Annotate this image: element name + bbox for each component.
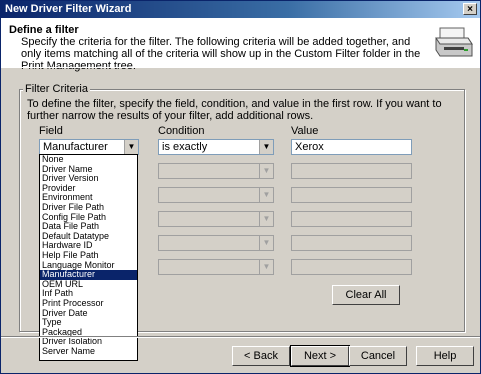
- filter-criteria-description: To define the filter, specify the field,…: [27, 98, 442, 122]
- condition-column-label: Condition: [158, 125, 205, 137]
- chevron-down-icon: ▼: [259, 236, 273, 250]
- next-button[interactable]: Next >: [290, 345, 350, 367]
- page-title: Define a filter: [9, 24, 79, 36]
- field-column-label: Field: [39, 125, 63, 137]
- condition-dropdown-row1[interactable]: is exactly ▼: [158, 139, 274, 155]
- value-input-row1[interactable]: Xerox: [291, 139, 412, 155]
- chevron-down-icon: ▼: [259, 188, 273, 202]
- condition-dropdown-row6: ▼: [158, 259, 274, 275]
- field-dropdown-row1[interactable]: Manufacturer ▼: [39, 139, 139, 155]
- value-input-row4: [291, 211, 412, 227]
- value-input-row6: [291, 259, 412, 275]
- chevron-down-icon: ▼: [259, 164, 273, 178]
- value-input-row3: [291, 187, 412, 203]
- chevron-down-icon: ▼: [259, 212, 273, 226]
- chevron-down-icon: ▼: [259, 260, 273, 274]
- condition-dropdown-value: is exactly: [162, 141, 208, 153]
- filter-criteria-label: Filter Criteria: [23, 83, 90, 95]
- printer-icon: [435, 27, 473, 57]
- title-bar[interactable]: New Driver Filter Wizard ×: [1, 1, 480, 18]
- condition-dropdown-row2: ▼: [158, 163, 274, 179]
- close-button[interactable]: ×: [463, 3, 477, 15]
- clear-all-button[interactable]: Clear All: [332, 285, 400, 305]
- field-dropdown-value: Manufacturer: [43, 141, 108, 153]
- cancel-button[interactable]: Cancel: [349, 346, 407, 366]
- value-column-label: Value: [291, 125, 319, 137]
- wizard-window: New Driver Filter Wizard × Define a filt…: [0, 0, 481, 374]
- field-dropdown-list[interactable]: None Driver Name Driver Version Provider Env…: [39, 154, 138, 361]
- help-button[interactable]: Help: [416, 346, 474, 366]
- value-input-row5: [291, 235, 412, 251]
- footer-divider: [1, 336, 480, 338]
- window-title: New Driver Filter Wizard: [5, 3, 132, 15]
- chevron-down-icon[interactable]: ▼: [124, 140, 138, 154]
- value-input-row2: [291, 163, 412, 179]
- chevron-down-icon[interactable]: ▼: [259, 140, 273, 154]
- field-option[interactable]: Server Name: [40, 346, 137, 357]
- back-button[interactable]: < Back: [232, 346, 290, 366]
- close-icon: ×: [467, 4, 473, 15]
- condition-dropdown-row3: ▼: [158, 187, 274, 203]
- header-divider: [1, 67, 480, 68]
- condition-dropdown-row4: ▼: [158, 211, 274, 227]
- value-input-text: Xerox: [295, 141, 324, 153]
- wizard-header: Define a filter Specify the criteria for…: [1, 18, 480, 72]
- condition-dropdown-row5: ▼: [158, 235, 274, 251]
